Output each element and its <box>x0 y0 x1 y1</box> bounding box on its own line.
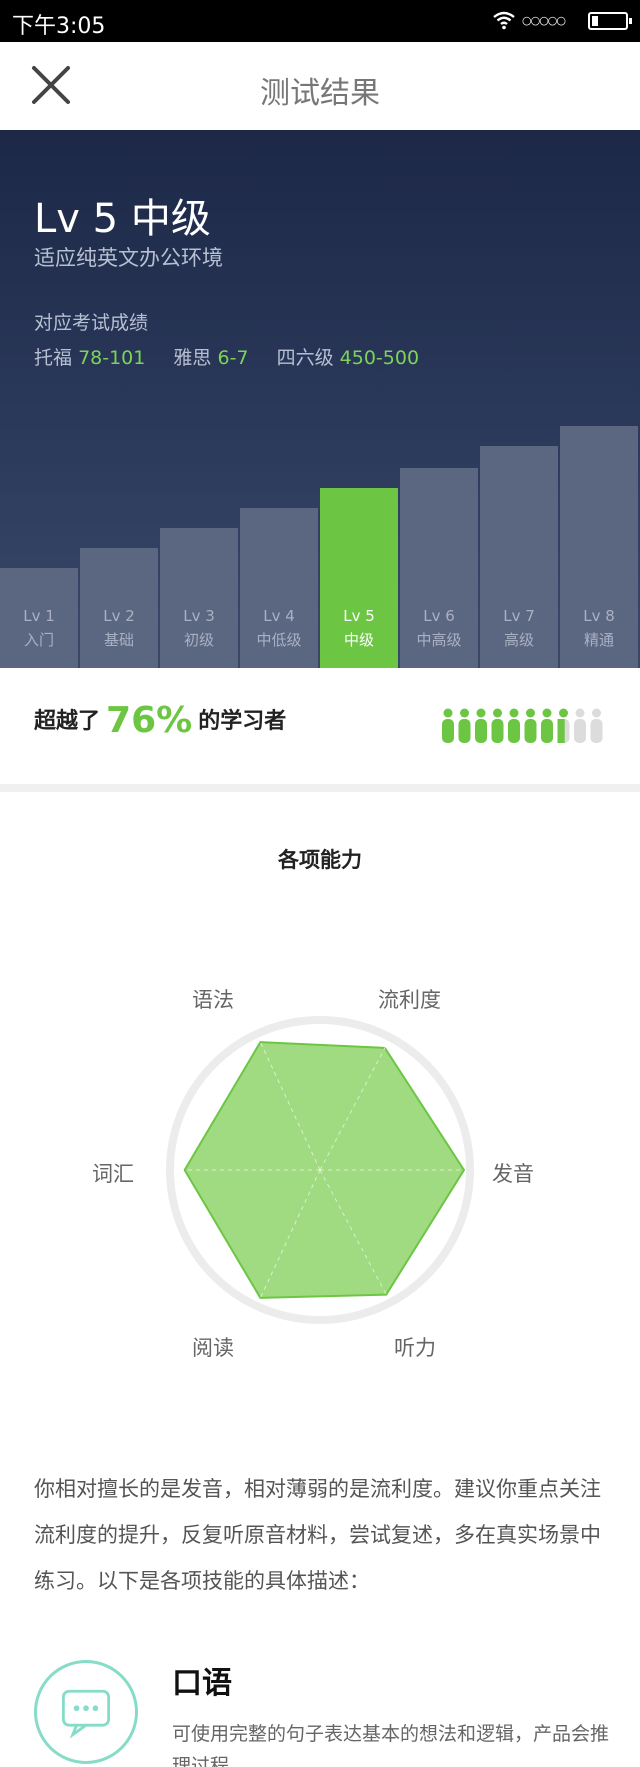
level-bar-8: Lv 8 精通 <box>560 426 638 668</box>
skill-title: 口语 <box>172 1666 232 1701</box>
person-icon <box>524 708 537 743</box>
signal-icon: ○○○○○ <box>522 14 566 27</box>
person-icon <box>590 708 603 743</box>
level-bar-label: Lv 6 中高级 <box>400 604 478 652</box>
level-number: Lv 1 <box>23 607 55 625</box>
ability-radar-chart <box>166 1016 474 1324</box>
percentile-value: 76% <box>106 700 193 741</box>
radar-label-pronunciation: 发音 <box>492 1162 534 1186</box>
level-bar-label: Lv 7 高级 <box>480 604 558 652</box>
level-bar-label: Lv 2 基础 <box>80 604 158 652</box>
section-divider <box>0 784 640 792</box>
level-bar-label: Lv 1 入门 <box>0 604 78 652</box>
exam-scores: 托福 78-101 雅思 6-7 四六级 450-500 <box>34 343 419 370</box>
percentile-section: 超越了 76% 的学习者 <box>0 668 640 784</box>
radar-label-reading: 阅读 <box>192 1336 234 1360</box>
level-bar-7: Lv 7 高级 <box>480 446 558 668</box>
status-bar: 下午3:05 ○○○○○ <box>0 0 640 42</box>
radar-label-fluency: 流利度 <box>378 988 441 1012</box>
level-name: 初级 <box>183 631 214 649</box>
battery-icon <box>588 12 632 30</box>
wifi-icon <box>493 11 515 30</box>
level-bar-4: Lv 4 中低级 <box>240 508 318 668</box>
level-name: 高级 <box>503 631 534 649</box>
level-name: 中级 <box>343 631 374 649</box>
level-name: 精通 <box>583 631 614 649</box>
level-name: 入门 <box>23 631 54 649</box>
level-bar-2: Lv 2 基础 <box>80 548 158 668</box>
exam-value-cet: 450-500 <box>339 347 420 369</box>
person-icon <box>574 708 586 743</box>
person-icon <box>541 708 553 743</box>
level-bar-1: Lv 1 入门 <box>0 568 78 668</box>
summary-text: 你相对擅长的是发音，相对薄弱的是流利度。建议你重点关注流利度的提升，反复听原音材… <box>34 1477 601 1593</box>
level-bar-label: Lv 5 中级 <box>320 604 398 652</box>
level-bar-label: Lv 4 中低级 <box>240 604 318 652</box>
exam-value-ielts: 6-7 <box>217 347 249 369</box>
level-title: Lv 5 中级 <box>34 196 211 242</box>
page-title: 测试结果 <box>260 76 380 111</box>
percentile-text: 超越了 76% 的学习者 <box>34 700 286 741</box>
level-name: 基础 <box>103 631 134 649</box>
level-number: Lv 5 <box>343 607 375 625</box>
level-bar-3: Lv 3 初级 <box>160 528 238 668</box>
exam-label: 对应考试成绩 <box>34 312 149 334</box>
radar-label-grammar: 语法 <box>192 988 234 1012</box>
level-hero: Lv 1 入门 Lv 2 基础 Lv 3 初级 Lv 4 中低级 Lv 5 中级 Lv 6 中高级 Lv… <box>0 130 640 668</box>
exam-name-cet: 四六级 <box>276 347 334 369</box>
level-bar-5: Lv 5 中级 <box>320 488 398 668</box>
person-icon <box>475 708 487 743</box>
level-description: 适应纯英文办公环境 <box>34 246 223 270</box>
skill-description: 可使用完整的句子表达基本的想法和逻辑，产品会推理过程。 <box>172 1723 610 1767</box>
person-icon <box>458 708 471 743</box>
person-icon <box>491 708 504 743</box>
level-number: Lv 6 <box>423 607 455 625</box>
radar-label-vocabulary: 词汇 <box>92 1162 134 1186</box>
percentile-prefix: 超越了 <box>34 709 101 734</box>
radar-ability-area <box>183 1041 466 1299</box>
percentile-suffix: 的学习者 <box>198 709 287 734</box>
radar-label-listening: 听力 <box>394 1336 436 1360</box>
level-number: Lv 2 <box>103 607 135 625</box>
level-number: Lv 7 <box>503 607 535 625</box>
status-time: 下午3:05 <box>12 14 106 39</box>
level-bar-label: Lv 8 精通 <box>560 604 638 652</box>
level-name: 中低级 <box>256 631 302 649</box>
level-number: Lv 3 <box>183 607 215 625</box>
level-bar-label: Lv 3 初级 <box>160 604 238 652</box>
abilities-title: 各项能力 <box>278 848 362 872</box>
level-number: Lv 4 <box>263 607 295 625</box>
level-name: 中高级 <box>416 631 462 649</box>
person-icon <box>508 708 520 743</box>
exam-value-toefl: 78-101 <box>78 347 146 369</box>
exam-name-ielts: 雅思 <box>173 347 212 369</box>
chat-bubble-icon <box>34 1660 138 1764</box>
people-icons <box>442 708 603 743</box>
exam-name-toefl: 托福 <box>34 347 73 369</box>
person-icon <box>442 708 454 743</box>
level-bar-6: Lv 6 中高级 <box>400 468 478 668</box>
person-icon <box>557 708 570 743</box>
header: 测试结果 <box>0 42 640 130</box>
level-number: Lv 8 <box>583 607 615 625</box>
